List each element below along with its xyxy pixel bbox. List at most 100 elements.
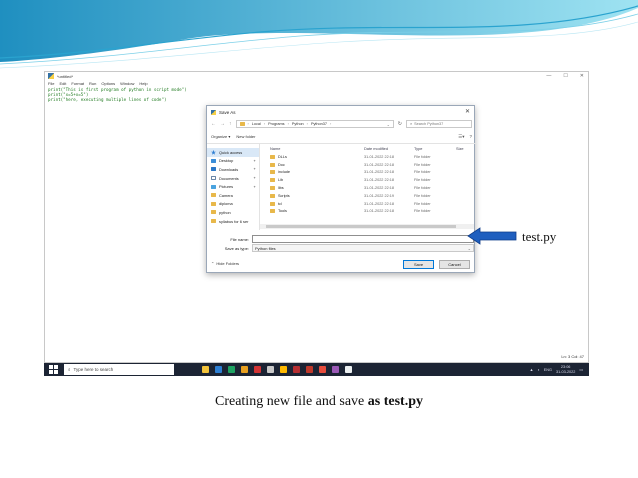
taskbar-app-icon[interactable] — [345, 366, 352, 373]
cancel-button[interactable]: Cancel — [439, 260, 470, 269]
search-input[interactable]: ⌕ Search Python37 — [406, 120, 472, 128]
taskbar-app-icon[interactable] — [332, 366, 339, 373]
menu-help[interactable]: Help — [139, 81, 147, 86]
nav-item-label: Downloads — [219, 166, 239, 172]
language-indicator[interactable]: ENG — [544, 368, 552, 372]
nav-arrows: ← → ↑ — [211, 121, 232, 127]
save-button[interactable]: Save — [403, 260, 434, 269]
nav-item[interactable]: Camera — [207, 191, 259, 200]
file-name-cell: include — [270, 170, 364, 175]
nav-item[interactable]: Documents ✦ — [207, 174, 259, 183]
taskbar-search-placeholder: Type here to search — [73, 367, 114, 372]
folder-icon — [270, 201, 275, 206]
menu-run[interactable]: Run — [89, 81, 96, 86]
nav-item[interactable]: Pictures ✦ — [207, 182, 259, 191]
file-name-label: File name: — [230, 236, 249, 242]
taskbar-app-icon[interactable] — [202, 366, 209, 373]
chevron-down-icon: ⌄ — [467, 245, 471, 251]
system-tray: ▲ ◖ ENG 23:06 31-03-2022 ▭ — [530, 365, 583, 374]
close-icon[interactable]: ✕ — [465, 108, 470, 115]
taskbar-app-icon[interactable] — [254, 366, 261, 373]
view-options-icon[interactable]: ☰▾ — [458, 134, 464, 140]
file-type: File folder — [414, 170, 431, 175]
menu-file[interactable]: File — [48, 81, 54, 86]
notification-icon[interactable]: ▭ — [579, 367, 583, 372]
network-icon[interactable]: ▲ — [530, 368, 534, 372]
file-row[interactable]: DLLs 31-01-2022 22:18 File folder — [260, 153, 476, 161]
annotation-arrow — [467, 227, 517, 245]
taskbar-app-icon[interactable] — [267, 366, 274, 373]
file-row[interactable]: include 31-01-2022 22:18 File folder — [260, 169, 476, 177]
file-row[interactable]: Lib 31-01-2022 22:18 File folder — [260, 176, 476, 184]
menu-window[interactable]: Window — [120, 81, 134, 86]
breadcrumb-item[interactable]: Programs — [268, 122, 284, 126]
pin-icon: ✦ — [253, 158, 256, 163]
file-name-input[interactable] — [252, 235, 474, 243]
horizontal-scrollbar[interactable] — [260, 224, 474, 229]
folder-icon — [211, 210, 216, 215]
file-row[interactable]: tcl 31-01-2022 22:18 File folder — [260, 200, 476, 208]
column-date[interactable]: Date modified — [364, 146, 414, 151]
file-name-cell: Tools — [270, 209, 364, 214]
scrollbar-thumb[interactable] — [266, 225, 456, 228]
windows-start-icon[interactable] — [49, 365, 58, 374]
dialog-body: Quick access Desktop ✦ Downloads ✦ Documents ✦… — [207, 143, 476, 230]
desk-icon — [211, 158, 216, 163]
breadcrumb[interactable]: › Local › Programs › Python › Python37 ›… — [235, 120, 394, 128]
nav-item-label: python — [219, 209, 231, 215]
file-row[interactable]: libs 31-01-2022 22:18 File folder — [260, 184, 476, 192]
header-wave-decoration — [0, 0, 638, 69]
taskbar-app-icon[interactable] — [241, 366, 248, 373]
dialog-toolbar: Organize ▾ New folder ☰▾ ? — [211, 132, 472, 141]
windows-taskbar: ⌕ Type here to search ▲ ◖ ENG 23:06 31-0… — [44, 363, 589, 376]
taskbar-app-icon[interactable] — [215, 366, 222, 373]
save-type-select[interactable]: Python files ⌄ — [252, 244, 474, 252]
back-arrow-icon[interactable]: ← — [211, 121, 216, 127]
dialog-title: Save As — [219, 109, 236, 115]
nav-item[interactable]: Downloads ✦ — [207, 165, 259, 174]
breadcrumb-item[interactable]: Python37 — [311, 122, 327, 126]
hide-folders-toggle[interactable]: ⌃ Hide Folders — [211, 261, 239, 266]
file-row[interactable]: Tools 31-01-2022 22:18 File folder — [260, 208, 476, 216]
nav-item[interactable]: python — [207, 208, 259, 217]
refresh-icon[interactable]: ↻ — [398, 121, 402, 127]
clock[interactable]: 23:06 31-03-2022 — [556, 365, 575, 374]
new-folder-button[interactable]: New folder — [236, 134, 255, 139]
file-row[interactable]: Doc 31-01-2022 22:18 File folder — [260, 161, 476, 169]
star-icon — [211, 149, 216, 155]
menu-options[interactable]: Options — [101, 81, 115, 86]
maximize-icon[interactable]: ☐ — [563, 73, 567, 79]
save-as-dialog: Save As ✕ ← → ↑ › Local › Programs › Pyt… — [206, 105, 476, 273]
taskbar-app-icon[interactable] — [228, 366, 235, 373]
minimize-icon[interactable]: — — [546, 73, 551, 79]
breadcrumb-item[interactable]: Local — [252, 122, 261, 126]
close-icon[interactable]: ✕ — [580, 73, 584, 79]
column-size[interactable]: Size — [456, 146, 476, 151]
forward-arrow-icon[interactable]: → — [220, 121, 225, 127]
chevron-down-icon[interactable]: ⌄ — [387, 122, 390, 127]
up-arrow-icon[interactable]: ↑ — [229, 121, 232, 127]
volume-icon[interactable]: ◖ — [537, 368, 539, 372]
nav-item[interactable]: diploma — [207, 200, 259, 209]
menu-edit[interactable]: Edit — [59, 81, 66, 86]
nav-item[interactable]: Desktop ✦ — [207, 157, 259, 166]
file-name-cell: DLLs — [270, 154, 364, 159]
help-icon[interactable]: ? — [469, 134, 472, 140]
nav-item[interactable]: Quick access — [207, 148, 259, 157]
column-name[interactable]: Name — [270, 146, 364, 151]
editor-status: Ln: 3 Col: 47 — [561, 354, 584, 359]
code-area[interactable]: print("This is first program of python i… — [45, 87, 588, 102]
organize-button[interactable]: Organize ▾ — [211, 134, 230, 139]
taskbar-app-icon[interactable] — [293, 366, 300, 373]
file-row[interactable]: Scripts 31-01-2022 22:19 File folder — [260, 192, 476, 200]
pin-icon: ✦ — [253, 184, 256, 189]
taskbar-app-icon[interactable] — [319, 366, 326, 373]
nav-item[interactable]: syllabus for 6 ser — [207, 217, 259, 226]
column-type[interactable]: Type — [414, 146, 456, 151]
taskbar-app-icon[interactable] — [280, 366, 287, 373]
menu-format[interactable]: Format — [71, 81, 84, 86]
search-placeholder: Search Python37 — [414, 122, 444, 126]
taskbar-app-icon[interactable] — [306, 366, 313, 373]
breadcrumb-item[interactable]: Python — [292, 122, 304, 126]
taskbar-search-input[interactable]: ⌕ Type here to search — [64, 364, 174, 375]
